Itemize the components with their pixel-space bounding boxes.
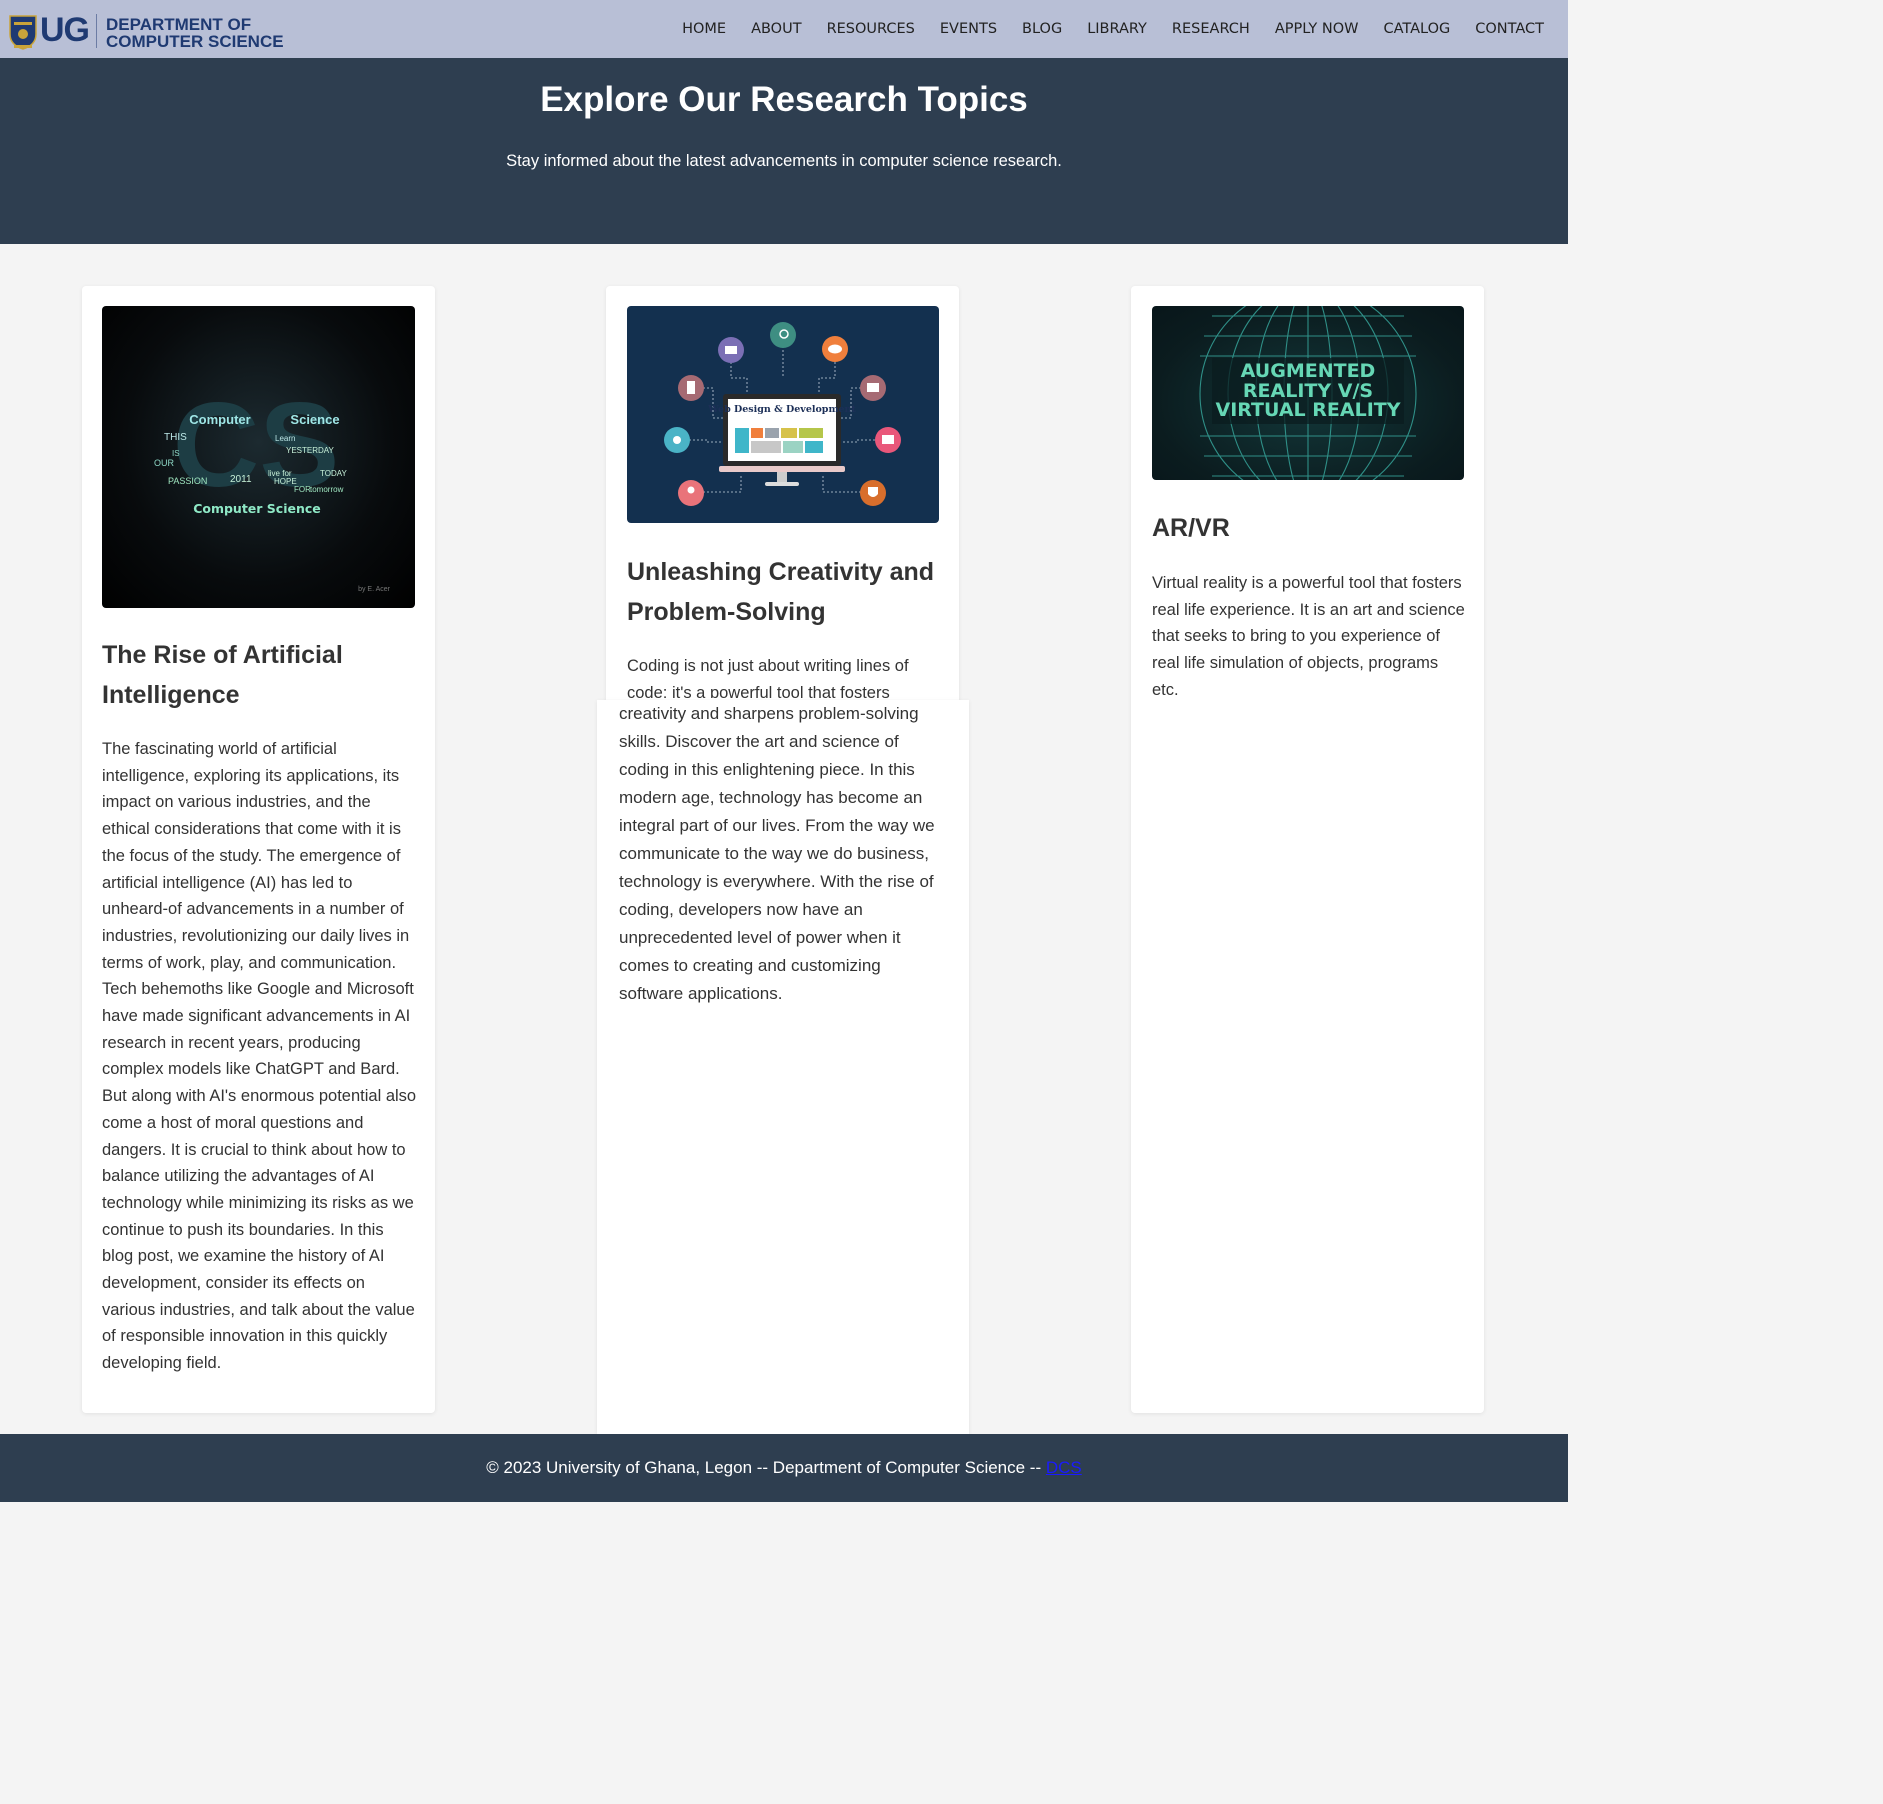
cs-word-cloud-image: CS Computer Science THIS IS OUR PASSION … xyxy=(154,378,391,593)
search-icon xyxy=(770,322,796,348)
footer: © 2023 University of Ghana, Legon -- Dep… xyxy=(0,1434,1568,1502)
footer-dcs-link[interactable]: DCS xyxy=(1046,1458,1082,1477)
svg-text:PASSION: PASSION xyxy=(168,476,207,486)
nav-blog[interactable]: BLOG xyxy=(1022,21,1062,37)
svg-text:OUR: OUR xyxy=(154,458,175,468)
card-text-ai: The fascinating world of artificial inte… xyxy=(102,740,417,1373)
nav-home[interactable]: HOME xyxy=(682,21,726,37)
globe-grid-image: AUGMENTED REALITY V/S VIRTUAL REALITY xyxy=(1199,306,1417,480)
svg-text:HOPE: HOPE xyxy=(274,477,297,486)
svg-text:2011: 2011 xyxy=(230,474,252,485)
hero-subtitle: Stay informed about the latest advanceme… xyxy=(506,152,1062,170)
svg-text:TODAY: TODAY xyxy=(320,469,347,478)
svg-text:Web Design & Development: Web Design & Development xyxy=(707,404,856,415)
ai-card-image: CS Computer Science THIS IS OUR PASSION … xyxy=(102,306,415,608)
svg-text:Computer Science: Computer Science xyxy=(193,501,321,516)
web-design-illustration: Web Design & Development xyxy=(664,322,901,506)
hero-banner: Explore Our Research Topics Stay informe… xyxy=(0,58,1568,244)
main-nav: HOME ABOUT RESOURCES EVENTS BLOG LIBRARY… xyxy=(657,0,1544,58)
logo-department: DEPARTMENT OF COMPUTER SCIENCE xyxy=(106,16,284,50)
nav-events[interactable]: EVENTS xyxy=(940,21,997,37)
svg-text:Computer: Computer xyxy=(189,412,250,427)
logo-ug-text: UG xyxy=(40,11,90,49)
card-title-ai: The Rise of Artificial Intelligence xyxy=(102,641,343,709)
card-text-coding-intro: Coding is not just about writing lines o… xyxy=(627,657,909,698)
svg-text:YESTERDAY: YESTERDAY xyxy=(286,446,335,455)
nav-contact[interactable]: CONTACT xyxy=(1475,21,1544,37)
card-title-coding: Unleashing Creativity and Problem-Solvin… xyxy=(627,558,935,626)
nav-research[interactable]: RESEARCH xyxy=(1172,21,1250,37)
navbar: UG DEPARTMENT OF COMPUTER SCIENCE HOME A… xyxy=(0,0,1568,58)
research-card-arvr: AUGMENTED REALITY V/S VIRTUAL REALITY AR… xyxy=(1131,286,1484,1413)
dept-line-2: COMPUTER SCIENCE xyxy=(106,32,284,51)
svg-text:AUGMENTED: AUGMENTED xyxy=(1241,360,1376,382)
coding-card-image: Web Design & Development xyxy=(627,306,939,523)
footer-copyright: © 2023 University of Ghana, Legon -- Dep… xyxy=(486,1458,1046,1477)
svg-text:FOR: FOR xyxy=(294,485,311,494)
card-title-arvr: AR/VR xyxy=(1152,514,1230,542)
card-text-coding-rest: creativity and sharpens problem-solving … xyxy=(619,704,935,1003)
university-crest-icon xyxy=(9,15,37,50)
svg-text:THIS: THIS xyxy=(164,432,187,443)
nav-resources[interactable]: RESOURCES xyxy=(827,21,915,37)
site-logo[interactable]: UG DEPARTMENT OF COMPUTER SCIENCE xyxy=(6,10,296,52)
research-card-ai: CS Computer Science THIS IS OUR PASSION … xyxy=(82,286,435,1413)
dept-line-1: DEPARTMENT OF xyxy=(106,15,252,34)
svg-text:IS: IS xyxy=(172,449,180,458)
research-card-coding: Web Design & Development Unleashing Crea… xyxy=(606,286,959,706)
svg-text:by E. Acer: by E. Acer xyxy=(358,586,391,593)
hero-title: Explore Our Research Topics xyxy=(540,80,1028,119)
nav-about[interactable]: ABOUT xyxy=(751,21,802,37)
nav-library[interactable]: LIBRARY xyxy=(1087,21,1147,37)
logo-divider xyxy=(96,14,97,48)
svg-text:Learn: Learn xyxy=(275,434,295,443)
svg-text:VIRTUAL REALITY: VIRTUAL REALITY xyxy=(1216,399,1401,421)
arvr-card-image: AUGMENTED REALITY V/S VIRTUAL REALITY xyxy=(1152,306,1464,480)
coding-card-overflow-panel: creativity and sharpens problem-solving … xyxy=(597,700,969,1434)
nav-apply-now[interactable]: APPLY NOW xyxy=(1275,21,1359,37)
nav-catalog[interactable]: CATALOG xyxy=(1383,21,1450,37)
svg-text:Science: Science xyxy=(290,412,339,427)
svg-text:tomorrow: tomorrow xyxy=(310,485,344,494)
card-text-arvr: Virtual reality is a powerful tool that … xyxy=(1152,574,1465,699)
